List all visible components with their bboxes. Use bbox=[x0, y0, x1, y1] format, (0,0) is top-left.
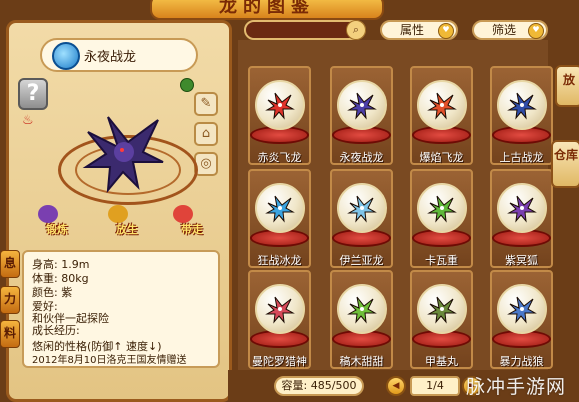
dragon-slot[interactable]: 紫冥狐 bbox=[490, 169, 553, 268]
history-label: 成长经历: bbox=[32, 324, 80, 337]
dragon-slot[interactable]: 狂战冰龙 bbox=[248, 169, 311, 268]
home-icon[interactable]: ⌂ bbox=[194, 122, 218, 146]
dragon-name: 永夜战龙 bbox=[84, 50, 137, 65]
dragon-orb bbox=[255, 284, 305, 334]
dragon-portrait-icon bbox=[507, 92, 537, 120]
chevron-down-icon: ♥ bbox=[438, 23, 454, 39]
dragon-portrait-icon bbox=[347, 296, 377, 324]
dragon-slot-label: 狂战冰龙 bbox=[257, 254, 302, 267]
take-button[interactable]: 带走 bbox=[165, 205, 219, 237]
dragon-portrait-icon bbox=[427, 296, 457, 324]
dragon-slot[interactable]: 曼陀罗猎神 bbox=[248, 270, 311, 369]
left-tab-info[interactable]: 息 bbox=[0, 250, 20, 278]
dragon-slot[interactable]: 甲基丸 bbox=[410, 270, 473, 369]
take-label: 带走 bbox=[181, 223, 203, 236]
dragon-orb bbox=[337, 183, 387, 233]
dragon-orb bbox=[497, 183, 547, 233]
dragon-orb bbox=[497, 284, 547, 334]
left-tab-power[interactable]: 力 bbox=[0, 286, 20, 314]
page-number: 1/4 bbox=[410, 376, 460, 396]
release-label: 放生 bbox=[116, 223, 138, 236]
chevron-down-icon: ♥ bbox=[528, 23, 544, 39]
dragon-orb bbox=[417, 284, 467, 334]
right-tab-release[interactable]: 放 bbox=[555, 65, 579, 107]
dragon-slot-label: 上古战龙 bbox=[499, 151, 544, 164]
dragon-slot[interactable]: 爆焰飞龙 bbox=[410, 66, 473, 165]
dragon-slot-label: 曼陀罗猎神 bbox=[252, 355, 307, 368]
page-banner: 龙的图鉴 bbox=[150, 0, 384, 20]
dragon-slot-label: 永夜战龙 bbox=[339, 151, 384, 164]
dragon-portrait-icon bbox=[427, 92, 457, 120]
element-icon bbox=[52, 42, 80, 70]
dragon-orb bbox=[255, 80, 305, 130]
dragon-slot[interactable]: 永夜战龙 bbox=[330, 66, 393, 165]
dragon-orb bbox=[255, 183, 305, 233]
dragon-slot[interactable]: 稿木甜甜 bbox=[330, 270, 393, 369]
filter-dropdown[interactable]: 筛选 ♥ bbox=[472, 20, 548, 40]
watermark: 脉冲手游网 bbox=[466, 376, 567, 398]
dragon-portrait-icon bbox=[265, 92, 295, 120]
question-icon[interactable]: ? bbox=[18, 78, 48, 110]
dragon-slot[interactable]: 伊兰亚龙 bbox=[330, 169, 393, 268]
dragon-slot[interactable]: 上古战龙 bbox=[490, 66, 553, 165]
dragon-slot-label: 伊兰亚龙 bbox=[339, 254, 384, 267]
dragon-portrait-icon bbox=[427, 195, 457, 223]
dragon-slot-label: 暴力战狼 bbox=[499, 355, 544, 368]
status-dot-icon bbox=[180, 78, 194, 92]
color-value: 紫 bbox=[61, 286, 73, 299]
dragon-slot[interactable]: 卡瓦重 bbox=[410, 169, 473, 268]
dragon-info-box: 身高: 1.9m 体重: 80kg 颜色: 紫 爱好: 和伙伴一起探险 成长经历… bbox=[22, 250, 220, 368]
dragon-orb bbox=[337, 80, 387, 130]
attribute-dropdown[interactable]: 属性 ♥ bbox=[380, 20, 458, 40]
attribute-label: 属性 bbox=[400, 23, 425, 37]
dragon-slot[interactable]: 赤炎飞龙 bbox=[248, 66, 311, 165]
dragon-orb bbox=[417, 183, 467, 233]
dragon-portrait-icon bbox=[507, 296, 537, 324]
train-label: 锻炼 bbox=[46, 223, 68, 236]
dragon-portrait-icon bbox=[507, 195, 537, 223]
dragon-orb bbox=[497, 80, 547, 130]
dragon-slot-label: 稿木甜甜 bbox=[339, 355, 384, 368]
prev-page-button[interactable]: ◀ bbox=[386, 376, 406, 396]
dragon-portrait-icon bbox=[347, 195, 377, 223]
left-tab-material[interactable]: 料 bbox=[0, 320, 20, 348]
dragon-orb bbox=[417, 80, 467, 130]
dragon-portrait-icon bbox=[265, 195, 295, 223]
banner-title: 龙的图鉴 bbox=[219, 0, 315, 17]
dragon-small-icon: ♨ bbox=[22, 113, 34, 128]
origin-text: 2012年8月10日洛克王国友情赠送 bbox=[32, 355, 187, 366]
right-tab-storage[interactable]: 仓库 bbox=[551, 140, 579, 188]
dragon-slot-label: 爆焰飞龙 bbox=[419, 151, 464, 164]
dragon-orb bbox=[337, 284, 387, 334]
dragon-slot-label: 赤炎飞龙 bbox=[257, 151, 302, 164]
dragon-sprite bbox=[82, 116, 164, 194]
dragon-slot-label: 紫冥狐 bbox=[505, 254, 538, 267]
dragon-slot[interactable]: 暴力战狼 bbox=[490, 270, 553, 369]
capacity-display: 容量: 485/500 bbox=[274, 376, 364, 396]
search-icon[interactable]: ⌕ bbox=[346, 20, 366, 40]
dragon-slot-label: 甲基丸 bbox=[425, 355, 458, 368]
dragon-portrait-icon bbox=[265, 296, 295, 324]
filter-label: 筛选 bbox=[492, 23, 517, 37]
feather-icon[interactable]: ✎ bbox=[194, 92, 218, 116]
train-button[interactable]: 锻炼 bbox=[30, 205, 84, 237]
release-button[interactable]: 放生 bbox=[100, 205, 154, 237]
dragon-portrait-icon bbox=[347, 92, 377, 120]
dragon-slot-label: 卡瓦重 bbox=[425, 254, 458, 267]
